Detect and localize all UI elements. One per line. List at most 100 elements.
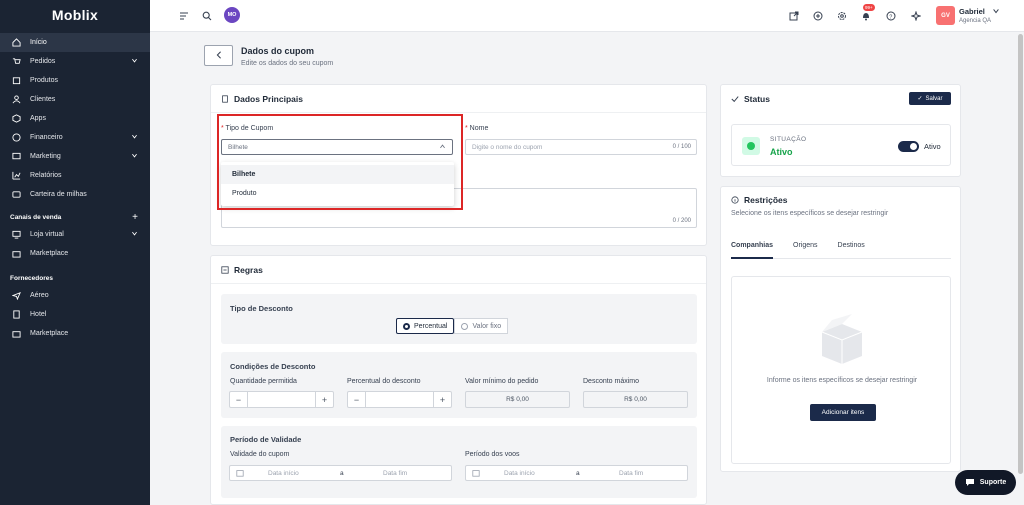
plus-button[interactable]: + [316, 392, 333, 407]
minus-button[interactable]: − [230, 392, 247, 407]
check-icon [731, 95, 739, 103]
name-counter: 0 / 100 [672, 144, 691, 150]
status-dot-icon [742, 137, 760, 155]
discount-type-radios: Percentual Valor fixo [396, 318, 509, 334]
status-toggle[interactable] [898, 141, 919, 152]
sidebar-item-financeiro[interactable]: Financeiro [0, 128, 150, 147]
flight-period-range[interactable]: Data início a Data fim [465, 465, 688, 481]
sidebar-item-marketing[interactable]: Marketing [0, 147, 150, 166]
chevron-down-icon [131, 152, 138, 161]
sidebar-item-aereo[interactable]: Aéreo [0, 286, 150, 305]
sidebar: Moblix Início Pedidos Produtos Clientes … [0, 0, 150, 505]
gear-icon[interactable] [836, 10, 847, 21]
start-date-input[interactable]: Data início [504, 470, 535, 477]
rules-icon [221, 265, 229, 274]
sparkle-icon[interactable] [910, 10, 921, 21]
coupon-type-label: * Tipo de Cupom [221, 125, 274, 132]
hotel-icon [12, 310, 21, 319]
back-button[interactable] [204, 45, 233, 66]
coupon-type-dropdown: Bilhete Produto [221, 162, 454, 206]
percent-stepper[interactable]: − + [347, 391, 452, 408]
store-icon [12, 329, 21, 338]
brand-logo[interactable]: Moblix [0, 0, 150, 30]
page-scrollbar[interactable] [1017, 32, 1024, 505]
marketing-icon [12, 152, 21, 161]
option-bilhete[interactable]: Bilhete [221, 165, 454, 184]
plus-button[interactable]: + [434, 392, 451, 407]
chevron-down-icon [131, 230, 138, 239]
discount-type-title: Tipo de Desconto [230, 304, 293, 313]
sidebar-item-marketplace-sales[interactable]: Marketplace [0, 244, 150, 263]
min-order-label: Valor mínimo do pedido [465, 378, 539, 385]
sidebar-item-clientes[interactable]: Clientes [0, 90, 150, 109]
end-date-input[interactable]: Data fim [619, 470, 643, 477]
chevron-down-icon [131, 57, 138, 66]
sidebar-item-apps[interactable]: Apps [0, 109, 150, 128]
radio-percentual[interactable]: Percentual [396, 318, 455, 334]
sidebar-item-loja-virtual[interactable]: Loja virtual [0, 225, 150, 244]
coupon-validity-range[interactable]: Data início a Data fim [229, 465, 452, 481]
user-agency: Agencia QA [959, 18, 992, 24]
bell-icon[interactable] [860, 10, 871, 21]
box-icon [12, 76, 21, 85]
restrictions-subtitle: Selecione os itens específicos se deseja… [731, 210, 889, 217]
discount-conditions-title: Condições de Desconto [230, 362, 316, 371]
external-link-icon[interactable] [788, 10, 799, 21]
name-input[interactable]: Digite o nome do cupom 0 / 100 [465, 139, 697, 155]
menu-icon[interactable] [178, 10, 189, 21]
chevron-up-icon [439, 143, 446, 152]
minus-button[interactable]: − [348, 392, 365, 407]
calendar-icon [472, 469, 480, 479]
add-items-button[interactable]: Adicionar itens [810, 404, 876, 421]
radio-valor-fixo[interactable]: Valor fixo [454, 318, 509, 334]
sidebar-item-inicio[interactable]: Início [0, 33, 150, 52]
end-date-input[interactable]: Data fim [383, 470, 407, 477]
sidebar-item-produtos[interactable]: Produtos [0, 71, 150, 90]
min-order-input[interactable]: R$ 0,00 [465, 391, 570, 408]
add-circle-icon[interactable] [812, 10, 823, 21]
qty-stepper[interactable]: − + [229, 391, 334, 408]
dollar-icon [12, 133, 21, 142]
sidebar-item-relatorios[interactable]: Relatórios [0, 166, 150, 185]
plane-icon [12, 291, 21, 300]
option-produto[interactable]: Produto [221, 184, 454, 203]
restrictions-tabs: Companhias Origens Destinos [731, 242, 951, 259]
sidebar-item-hotel[interactable]: Hotel [0, 305, 150, 324]
plus-icon[interactable]: + [132, 212, 138, 223]
sidebar-item-marketplace-suppliers[interactable]: Marketplace [0, 324, 150, 343]
agency-avatar[interactable]: MO [224, 7, 240, 23]
flight-period-label: Período dos voos [465, 451, 520, 458]
tab-destinos[interactable]: Destinos [838, 242, 865, 259]
sidebar-item-carteira[interactable]: Carteira de milhas [0, 185, 150, 204]
date-separator: a [576, 470, 580, 477]
coupon-type-select[interactable]: Bilhete [221, 139, 453, 155]
sales-channels-title: Canais de venda + [10, 211, 138, 223]
apps-icon [12, 114, 21, 123]
radio-dot [403, 322, 410, 330]
help-icon[interactable]: ? [885, 10, 896, 21]
status-value: Ativo [770, 147, 793, 157]
svg-text:?: ? [889, 14, 892, 20]
max-discount-label: Desconto máximo [583, 378, 640, 385]
start-date-input[interactable]: Data início [268, 470, 299, 477]
user-avatar[interactable]: GV [936, 6, 955, 25]
chevron-down-icon[interactable] [992, 7, 1000, 17]
date-separator: a [340, 470, 344, 477]
support-button[interactable]: Suporte [955, 470, 1016, 495]
validity-title: Período de Validade [230, 435, 302, 444]
tab-companhias[interactable]: Companhias [731, 242, 774, 259]
check-icon: ✓ [917, 96, 923, 102]
monitor-icon [12, 230, 21, 239]
max-discount-input[interactable]: R$ 0,00 [583, 391, 688, 408]
user-name[interactable]: Gabriel [959, 7, 985, 16]
page-subtitle: Edite os dados do seu cupom [241, 60, 334, 67]
tab-origens[interactable]: Origens [793, 242, 818, 259]
qty-input[interactable] [247, 392, 316, 407]
search-icon[interactable] [201, 10, 212, 21]
save-button[interactable]: ✓ Salvar [909, 92, 951, 105]
user-icon [12, 95, 21, 104]
rules-header: Regras [211, 256, 706, 284]
name-label: * Nome [465, 125, 489, 132]
percent-input[interactable] [365, 392, 434, 407]
sidebar-item-pedidos[interactable]: Pedidos [0, 52, 150, 71]
